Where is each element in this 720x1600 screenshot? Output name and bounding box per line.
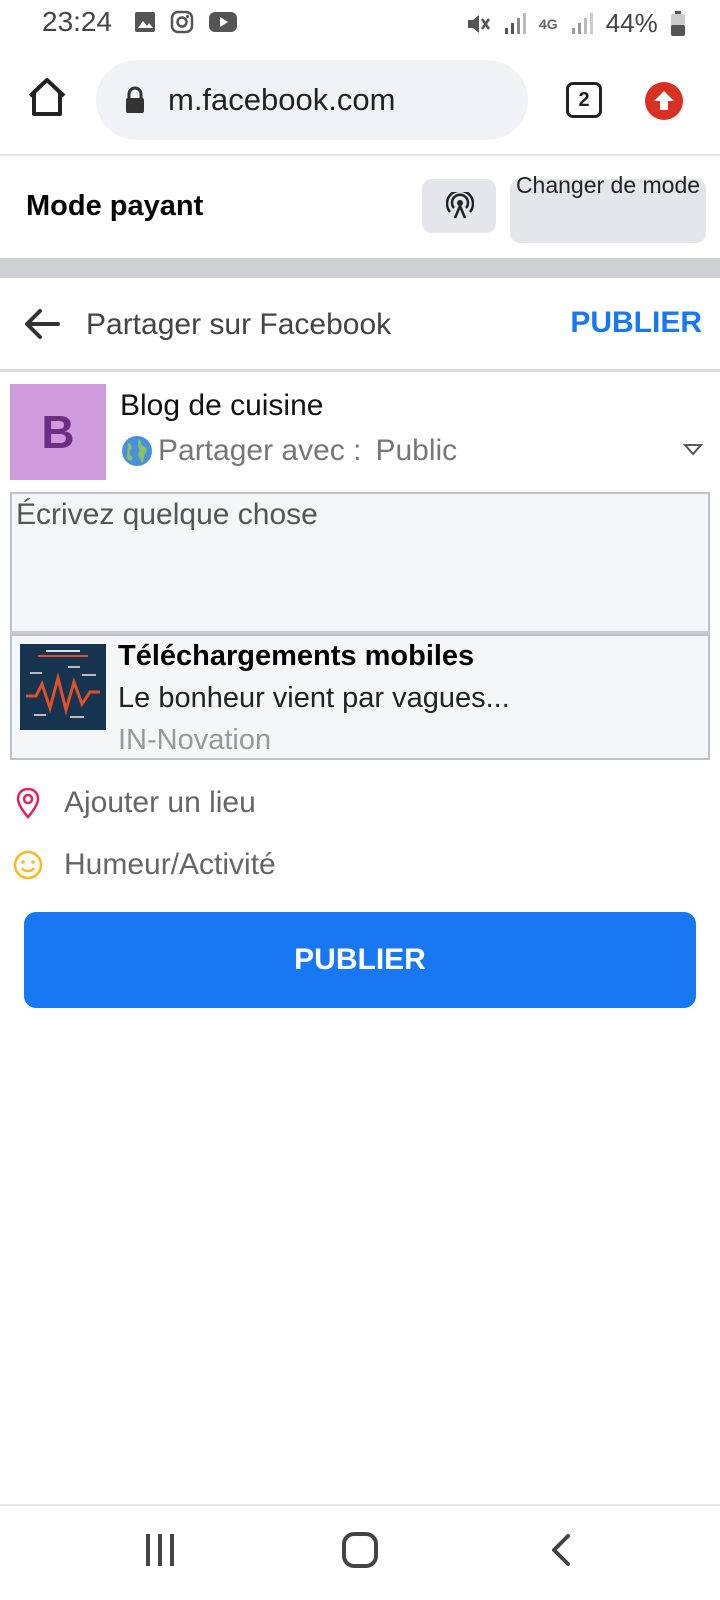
- audience-value: Public: [375, 434, 458, 467]
- change-mode-label: Changer de mode: [515, 172, 701, 198]
- instagram-icon: [170, 10, 194, 34]
- location-pin-icon: [16, 787, 40, 819]
- section-divider: [0, 258, 720, 278]
- link-thumbnail: [20, 644, 106, 730]
- signal-icon-2: [571, 12, 593, 34]
- recent-apps-icon[interactable]: [142, 1530, 178, 1570]
- publish-button[interactable]: PUBLIER: [24, 912, 696, 1008]
- change-mode-button[interactable]: Changer de mode: [510, 172, 706, 243]
- home-nav-icon[interactable]: [340, 1530, 380, 1570]
- home-icon[interactable]: [26, 76, 68, 118]
- mood-activity-label: Humeur/Activité: [64, 848, 276, 881]
- share-header: Partager sur Facebook PUBLIER: [0, 278, 720, 372]
- back-arrow-icon[interactable]: [22, 304, 62, 344]
- tabs-button[interactable]: 2: [566, 82, 602, 118]
- update-button[interactable]: [645, 82, 683, 120]
- back-nav-icon[interactable]: [548, 1530, 576, 1570]
- avatar: B: [10, 384, 106, 480]
- data-mode-icon-button[interactable]: [422, 179, 496, 233]
- url-text: m.facebook.com: [168, 82, 396, 117]
- post-text-placeholder: Écrivez quelque chose: [16, 498, 318, 531]
- post-text-input[interactable]: Écrivez quelque chose: [10, 492, 710, 634]
- youtube-icon: [209, 12, 237, 32]
- audience-prefix: Partager avec :: [158, 434, 362, 467]
- browser-toolbar: m.facebook.com 2: [0, 46, 720, 156]
- status-time: 23:24: [42, 6, 113, 37]
- add-location-label: Ajouter un lieu: [64, 786, 256, 819]
- wave-chart-icon: [20, 644, 106, 730]
- globe-icon: [122, 436, 152, 466]
- battery-percent: 44%: [605, 8, 658, 38]
- smiley-icon: [13, 850, 43, 880]
- add-location-option[interactable]: Ajouter un lieu: [12, 786, 256, 820]
- publish-header-button[interactable]: PUBLIER: [570, 306, 702, 340]
- link-title: Téléchargements mobiles: [118, 640, 475, 672]
- lock-icon: [126, 86, 144, 113]
- address-bar[interactable]: m.facebook.com: [96, 60, 528, 140]
- battery-icon: [670, 10, 685, 36]
- chevron-down-icon[interactable]: [683, 443, 703, 457]
- link-preview-card[interactable]: Téléchargements mobiles Le bonheur vient…: [10, 634, 710, 760]
- status-bar: 23:24 4G 44%: [0, 0, 720, 46]
- link-source: IN-Novation: [118, 724, 272, 756]
- notification-icons: [134, 10, 238, 34]
- mute-icon: [468, 14, 491, 33]
- audience-selector[interactable]: Partager avec : Public: [120, 434, 457, 468]
- signal-icon: [505, 12, 526, 34]
- arrow-up-icon: [654, 91, 674, 110]
- data-mode-bar: Mode payant Changer de mode: [0, 158, 720, 258]
- system-nav-bar: [0, 1504, 720, 1600]
- author-name: Blog de cuisine: [120, 389, 324, 422]
- mode-title: Mode payant: [26, 190, 204, 222]
- system-icons: 4G 44%: [465, 8, 686, 39]
- gallery-icon: [135, 12, 155, 32]
- page-title: Partager sur Facebook: [86, 308, 392, 341]
- mood-activity-option[interactable]: Humeur/Activité: [12, 848, 276, 882]
- link-description: Le bonheur vient par vagues...: [118, 682, 510, 714]
- network-type: 4G: [539, 15, 558, 32]
- broadcast-icon: [446, 192, 474, 219]
